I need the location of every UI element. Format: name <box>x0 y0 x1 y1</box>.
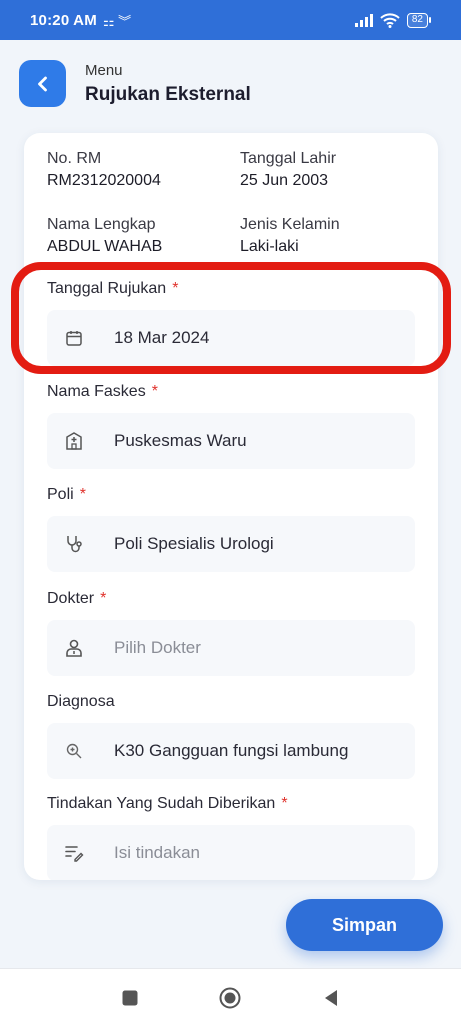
field-diagnosa: Diagnosa K30 Gangguan fungsi lambung <box>47 693 415 779</box>
required-mark: * <box>100 590 107 607</box>
field-label: Poli <box>47 486 74 503</box>
field-tanggal-rujukan: Tanggal Rujukan * 18 Mar 2024 <box>47 280 415 366</box>
referral-form-card: No. RM RM2312020004 Tanggal Lahir 25 Jun… <box>24 133 438 880</box>
recent-apps-button[interactable] <box>119 987 141 1009</box>
poli-select[interactable]: Poli Spesialis Urologi <box>47 516 415 572</box>
wifi-icon <box>380 12 400 28</box>
square-icon <box>122 990 138 1006</box>
gender-value: Laki-laki <box>240 238 299 255</box>
name-label: Nama Lengkap <box>47 216 156 233</box>
field-dokter: Dokter * Pilih Dokter <box>47 590 415 676</box>
status-bar: 10:20 AM ⚏ ︾ 82 <box>0 0 461 40</box>
date-value: 18 Mar 2024 <box>114 328 210 347</box>
battery-level: 82 <box>406 12 428 28</box>
hospital-icon <box>63 430 85 452</box>
required-mark: * <box>151 383 158 400</box>
field-label: Tindakan Yang Sudah Diberikan <box>47 795 276 812</box>
dokter-select[interactable]: Pilih Dokter <box>47 620 415 676</box>
field-label: Dokter <box>47 590 95 607</box>
dob-label: Tanggal Lahir <box>240 150 337 167</box>
rm-label: No. RM <box>47 150 102 167</box>
field-label: Nama Faskes <box>47 383 146 400</box>
name-value: ABDUL WAHAB <box>47 238 163 255</box>
page-title: Rujukan Eksternal <box>85 83 251 105</box>
field-poli: Poli * Poli Spesialis Urologi <box>47 486 415 572</box>
signal-icon <box>354 13 373 27</box>
dob-info: Tanggal Lahir 25 Jun 2003 <box>240 150 430 190</box>
circle-icon <box>219 987 241 1009</box>
field-tindakan: Tindakan Yang Sudah Diberikan * Isi tinda… <box>47 795 415 880</box>
dokter-placeholder: Pilih Dokter <box>114 638 201 657</box>
required-mark: * <box>79 486 86 503</box>
zoom-search-icon <box>63 740 85 762</box>
status-right: 82 <box>354 12 431 28</box>
save-button[interactable]: Simpan <box>286 899 443 951</box>
field-nama-faskes: Nama Faskes * Puskesmas Waru <box>47 383 415 469</box>
faskes-select[interactable]: Puskesmas Waru <box>47 413 415 469</box>
back-button[interactable] <box>19 60 66 107</box>
status-time: 10:20 AM <box>30 11 97 29</box>
gender-label: Jenis Kelamin <box>240 216 340 233</box>
poli-value: Poli Spesialis Urologi <box>114 534 274 553</box>
field-label: Diagnosa <box>47 693 115 710</box>
stethoscope-icon <box>63 533 85 555</box>
doctor-icon <box>63 637 85 659</box>
rm-info: No. RM RM2312020004 <box>47 150 237 190</box>
diagnosa-select[interactable]: K30 Gangguan fungsi lambung <box>47 723 415 779</box>
dob-value: 25 Jun 2003 <box>240 172 329 189</box>
page-header: Menu Rujukan Eksternal <box>19 60 251 107</box>
system-nav-bar <box>0 968 461 1024</box>
diagnosa-value: K30 Gangguan fungsi lambung <box>114 741 349 760</box>
tindakan-placeholder: Isi tindakan <box>114 843 200 862</box>
date-input[interactable]: 18 Mar 2024 <box>47 310 415 366</box>
tindakan-input[interactable]: Isi tindakan <box>47 825 415 880</box>
battery-icon: 82 <box>406 12 431 28</box>
chevron-left-icon <box>37 76 47 91</box>
field-label: Tanggal Rujukan <box>47 280 167 297</box>
rm-value: RM2312020004 <box>47 172 161 189</box>
required-mark: * <box>172 280 179 297</box>
edit-list-icon <box>63 842 85 864</box>
gender-info: Jenis Kelamin Laki-laki <box>240 216 430 256</box>
faskes-value: Puskesmas Waru <box>114 431 247 450</box>
header-titles: Menu Rujukan Eksternal <box>85 62 251 106</box>
calendar-icon <box>63 327 85 349</box>
back-nav-button[interactable] <box>320 987 342 1009</box>
breadcrumb-menu: Menu <box>85 61 123 79</box>
required-mark: * <box>281 795 288 812</box>
home-button[interactable] <box>219 987 241 1009</box>
name-info: Nama Lengkap ABDUL WAHAB <box>47 216 237 256</box>
triangle-back-icon <box>325 990 337 1006</box>
notification-icons: ⚏ ︾ <box>102 13 132 29</box>
